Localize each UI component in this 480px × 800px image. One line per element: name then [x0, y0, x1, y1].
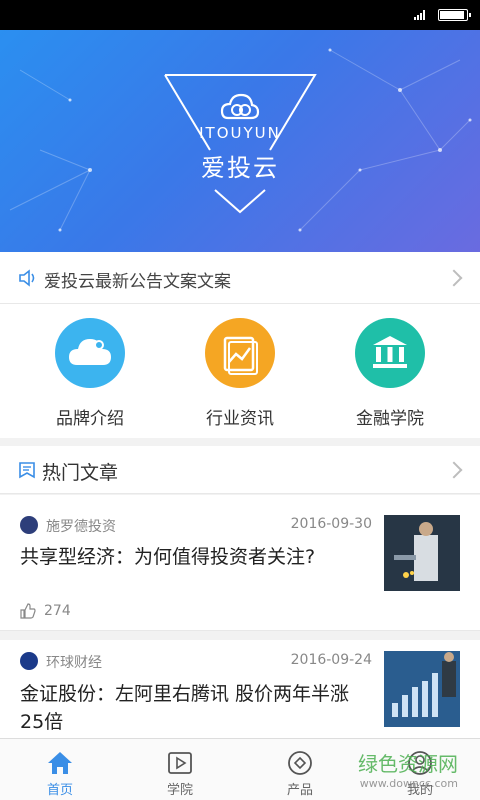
play-icon: [168, 752, 192, 774]
announcement-bar[interactable]: 爱投云最新公告文案文案: [0, 252, 480, 304]
article-list-icon: [19, 462, 35, 479]
source-name: 环球财经: [46, 655, 102, 671]
source-avatar: [20, 516, 38, 534]
home-icon: [48, 752, 72, 774]
article-card[interactable]: 施罗德投资 2016-09-30 共享型经济：为何值得投资者关注? 274: [0, 495, 480, 631]
article-date: 2016-09-24: [290, 652, 372, 668]
feature-industry-news[interactable]: 行业资讯: [180, 318, 300, 429]
article-thumbnail: [384, 651, 460, 727]
logo-title-cn: 爱投云: [201, 154, 279, 182]
article-date: 2016-09-30: [290, 516, 372, 532]
news-chart-icon: [205, 318, 275, 388]
tab-products[interactable]: 产品: [240, 739, 360, 800]
logo-title-en: ITOUYUN: [199, 124, 281, 142]
diamond-icon: [288, 751, 312, 775]
tab-label: 学院: [166, 783, 193, 798]
article-headline: 共享型经济：为何值得投资者关注?: [20, 546, 316, 568]
article-card[interactable]: 环球财经 2016-09-24 金证股份：左阿里右腾讯 股价两年半涨25倍: [0, 640, 480, 738]
like-count: 274: [44, 603, 71, 619]
watermark: 绿色资源网 www.downcc.com: [358, 748, 458, 790]
watermark-title: 绿色资源网: [358, 752, 458, 776]
thumb-up-icon[interactable]: [20, 603, 36, 619]
feature-grid: 品牌介绍 行业资讯 金融学院: [0, 304, 480, 438]
announcement-text: 爱投云最新公告文案文案: [44, 272, 231, 292]
signal-icon: [414, 10, 428, 20]
brand-cloud-icon: [55, 318, 125, 388]
bank-building-icon: [355, 318, 425, 388]
hero-banner[interactable]: ITOUYUN 爱投云: [0, 30, 480, 252]
watermark-url: www.downcc.com: [359, 777, 458, 790]
tab-home[interactable]: 首页: [0, 739, 120, 800]
tab-academy[interactable]: 学院: [120, 739, 240, 800]
feature-label: 行业资讯: [206, 409, 274, 429]
speaker-icon: [19, 269, 35, 287]
chevron-right-icon: [445, 269, 463, 287]
article-headline: 金证股份：左阿里右腾讯 股价两年半涨25倍: [20, 683, 350, 733]
status-bar: [0, 0, 480, 30]
battery-icon: [438, 9, 471, 21]
source-avatar: [20, 652, 38, 670]
chevron-right-icon: [445, 461, 463, 479]
feature-label: 金融学院: [356, 409, 424, 429]
article-thumbnail: [384, 515, 460, 591]
hot-articles-title: 热门文章: [42, 462, 119, 484]
hot-articles-header[interactable]: 热门文章: [0, 446, 480, 494]
source-name: 施罗德投资: [46, 519, 116, 535]
feature-finance-academy[interactable]: 金融学院: [330, 318, 450, 429]
cloud-logo-icon: [220, 93, 260, 120]
tab-label: 首页: [46, 783, 73, 798]
tab-label: 产品: [286, 783, 313, 798]
feature-label: 品牌介绍: [56, 409, 124, 429]
feature-brand-intro[interactable]: 品牌介绍: [30, 318, 150, 429]
